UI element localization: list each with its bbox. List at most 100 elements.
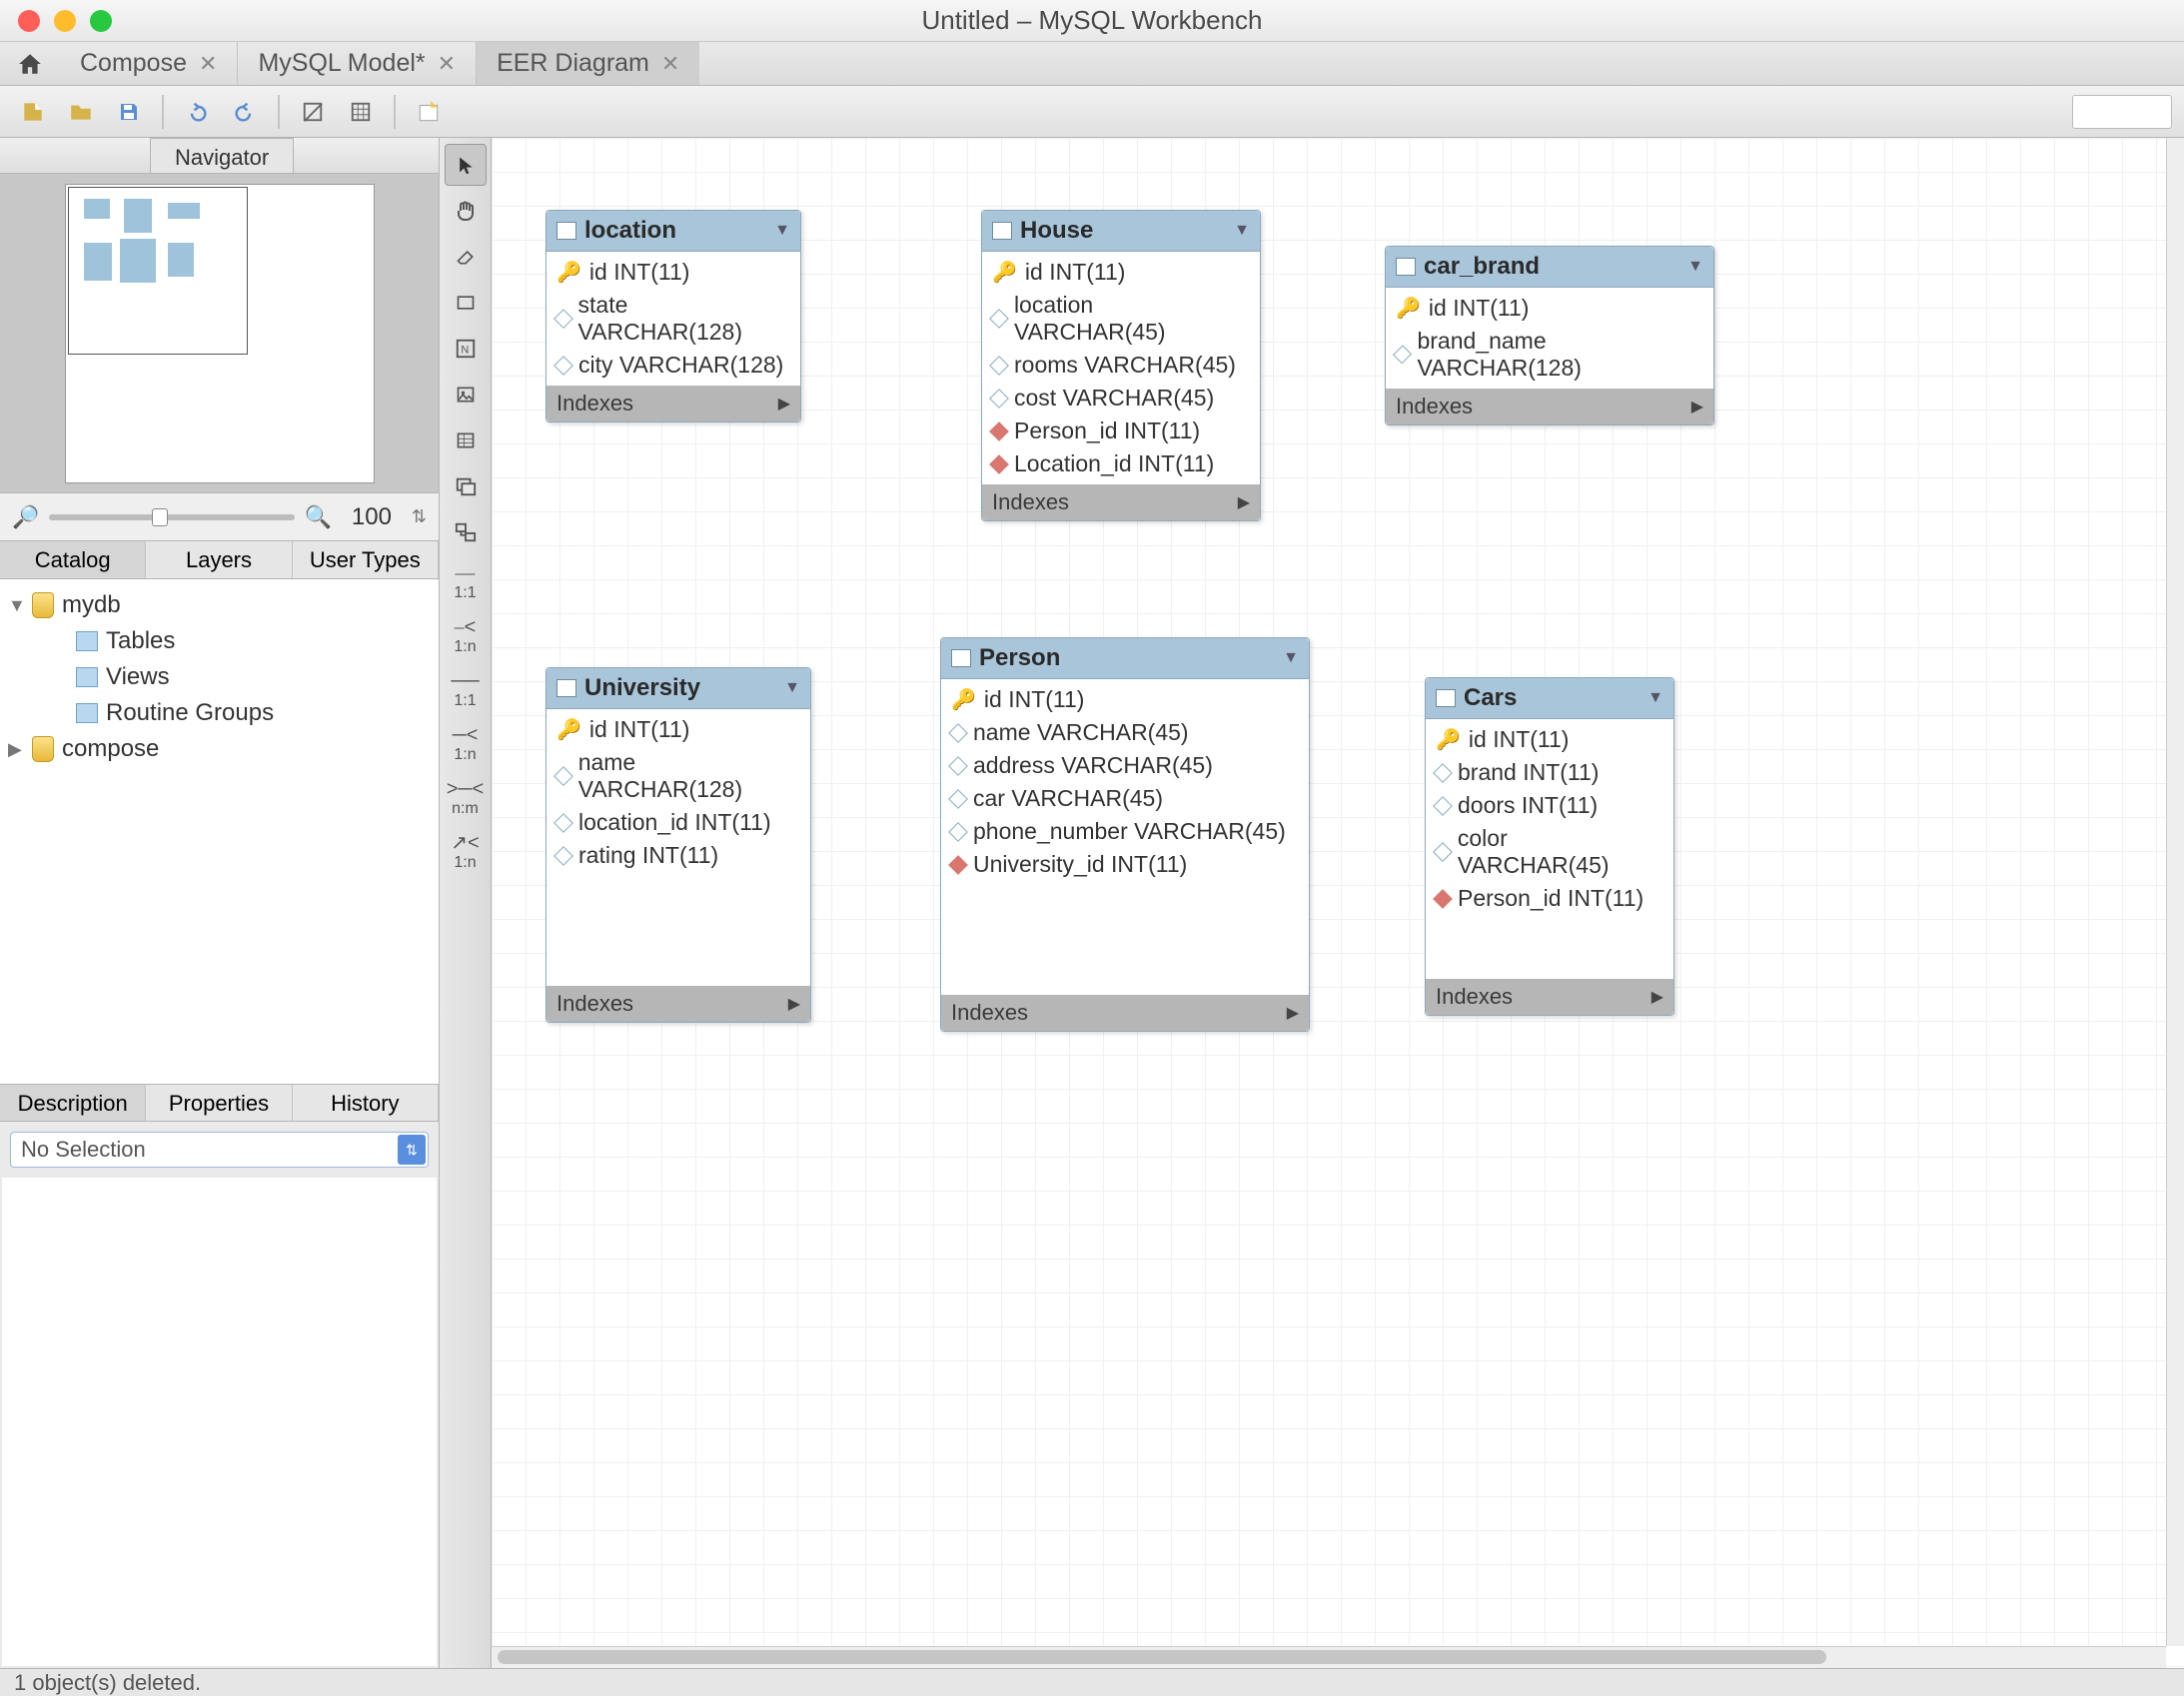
open-file-button[interactable] (60, 93, 102, 131)
column-icon (553, 356, 573, 376)
table-icon (556, 222, 576, 240)
tab-catalog[interactable]: Catalog (0, 541, 146, 578)
entity-location[interactable]: location▼ 🔑id INT(11) state VARCHAR(128)… (546, 210, 801, 423)
relation-1-n-non-id-tool[interactable]: ⎯<1:n (445, 611, 487, 661)
chevron-right-icon[interactable]: ▶ (1287, 1003, 1299, 1023)
close-window-button[interactable] (18, 10, 40, 32)
chevron-right-icon[interactable]: ▶ (1651, 987, 1663, 1007)
zoom-in-icon[interactable]: 🔍 (305, 504, 332, 530)
disclosure-icon[interactable]: ▼ (8, 595, 24, 616)
home-icon[interactable] (0, 51, 60, 77)
navigator-tab-row: Navigator (0, 138, 439, 174)
table-icon (1436, 689, 1456, 707)
align-button[interactable] (340, 93, 382, 131)
minimap[interactable] (0, 174, 439, 493)
minimize-window-button[interactable] (54, 10, 76, 32)
chevron-right-icon[interactable]: ▶ (1238, 492, 1250, 512)
note-tool[interactable]: N (445, 328, 487, 370)
routine-group-tool[interactable] (445, 511, 487, 553)
relation-n-m-tool[interactable]: >─<n:m (445, 773, 487, 823)
pointer-tool[interactable] (445, 144, 487, 186)
entity-name: Cars (1464, 684, 1639, 712)
table-tool[interactable] (445, 420, 487, 461)
entity-name: location (584, 217, 766, 245)
selection-label: No Selection (21, 1137, 146, 1163)
table-icon (556, 679, 576, 697)
relation-1-n-pick-tool[interactable]: ↗<1:n (445, 827, 487, 877)
tab-eer-diagram[interactable]: EER Diagram ✕ (477, 42, 699, 85)
chevron-down-icon[interactable]: ▼ (1647, 689, 1663, 707)
tab-layers[interactable]: Layers (146, 541, 292, 578)
tree-label: compose (62, 735, 159, 763)
zoom-value: 100 (342, 503, 402, 531)
bottom-tabs: Description Properties History (0, 1084, 439, 1122)
entity-university[interactable]: University▼ 🔑id INT(11) name VARCHAR(128… (546, 667, 811, 1023)
description-area[interactable] (2, 1178, 437, 1666)
chevron-down-icon[interactable]: ▼ (1234, 222, 1250, 240)
selection-dropdown[interactable]: No Selection ⇅ (10, 1132, 429, 1168)
vertical-scrollbar[interactable] (2166, 138, 2184, 1646)
chevron-right-icon[interactable]: ▶ (778, 394, 790, 414)
disclosure-icon[interactable]: ▶ (8, 739, 24, 760)
relation-1-1-non-id-tool[interactable]: ⎯⎯1:1 (445, 557, 487, 607)
chevron-right-icon[interactable]: ▶ (788, 994, 800, 1014)
redo-button[interactable] (224, 93, 266, 131)
entity-car-brand[interactable]: car_brand▼ 🔑id INT(11) brand_name VARCHA… (1385, 246, 1714, 425)
tab-mysql-model[interactable]: MySQL Model* ✕ (238, 42, 477, 85)
column-icon (948, 756, 968, 776)
zoom-stepper-icon[interactable]: ⇅ (412, 506, 427, 527)
zoom-row: 🔎 🔍 100 ⇅ (0, 493, 439, 541)
close-icon[interactable]: ✕ (199, 51, 217, 77)
entity-person[interactable]: Person▼ 🔑id INT(11) name VARCHAR(45) add… (940, 637, 1310, 1032)
eraser-tool[interactable] (445, 236, 487, 278)
diagram-canvas[interactable]: location▼ 🔑id INT(11) state VARCHAR(128)… (492, 138, 2184, 1668)
tree-item-tables[interactable]: Tables (6, 623, 433, 659)
database-icon (32, 592, 54, 618)
horizontal-scrollbar[interactable] (492, 1646, 2166, 1668)
chevron-right-icon[interactable]: ▶ (1691, 397, 1703, 417)
layer-tool[interactable] (445, 282, 487, 324)
column-icon (553, 766, 573, 786)
titlebar: Untitled – MySQL Workbench (0, 0, 2184, 42)
tab-description[interactable]: Description (0, 1085, 146, 1121)
column-icon (1433, 763, 1453, 783)
table-icon (992, 222, 1012, 240)
catalog-tree: ▼ mydb Tables Views Routine Groups ▶ com… (0, 579, 439, 1084)
maximize-window-button[interactable] (90, 10, 112, 32)
image-tool[interactable] (445, 374, 487, 416)
undo-button[interactable] (176, 93, 218, 131)
hand-tool[interactable] (445, 190, 487, 232)
tree-db-compose[interactable]: ▶ compose (6, 731, 433, 767)
toggle-grid-button[interactable] (292, 93, 334, 131)
new-model-button[interactable] (408, 93, 450, 131)
zoom-out-icon[interactable]: 🔎 (12, 504, 39, 530)
entity-house[interactable]: House▼ 🔑id INT(11) location VARCHAR(45) … (981, 210, 1261, 521)
tab-properties[interactable]: Properties (146, 1085, 292, 1121)
entity-name: car_brand (1424, 253, 1679, 281)
close-icon[interactable]: ✕ (661, 51, 679, 77)
tab-label: Compose (80, 49, 187, 78)
relation-1-1-id-tool[interactable]: ──1:1 (445, 665, 487, 715)
close-icon[interactable]: ✕ (438, 51, 456, 77)
relation-1-n-id-tool[interactable]: ─<1:n (445, 719, 487, 769)
tab-label: EER Diagram (497, 49, 649, 78)
search-input[interactable] (2072, 95, 2172, 129)
zoom-slider[interactable] (49, 514, 294, 520)
tab-compose[interactable]: Compose ✕ (60, 42, 238, 85)
save-button[interactable] (108, 93, 150, 131)
chevron-down-icon[interactable]: ▼ (1687, 258, 1703, 276)
database-icon (32, 736, 54, 762)
navigator-tab[interactable]: Navigator (150, 138, 294, 173)
view-tool[interactable] (445, 465, 487, 507)
chevron-down-icon[interactable]: ▼ (784, 679, 800, 697)
tab-user-types[interactable]: User Types (293, 541, 439, 578)
chevron-down-icon[interactable]: ▼ (774, 222, 790, 240)
pk-icon: 🔑 (556, 717, 581, 742)
tree-item-routine-groups[interactable]: Routine Groups (6, 695, 433, 731)
tab-history[interactable]: History (293, 1085, 439, 1121)
tree-item-views[interactable]: Views (6, 659, 433, 695)
new-file-button[interactable] (12, 93, 54, 131)
chevron-down-icon[interactable]: ▼ (1283, 649, 1299, 667)
tree-db-mydb[interactable]: ▼ mydb (6, 587, 433, 623)
entity-cars[interactable]: Cars▼ 🔑id INT(11) brand INT(11) doors IN… (1425, 677, 1674, 1016)
